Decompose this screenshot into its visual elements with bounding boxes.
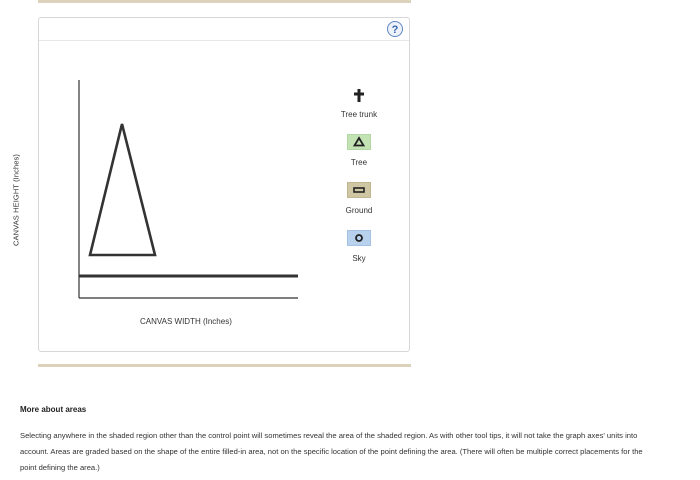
tree-swatch[interactable]: [347, 134, 371, 150]
info-title: More about areas: [20, 405, 87, 414]
triangle-icon: [352, 136, 366, 147]
tool-tree[interactable]: Tree: [319, 134, 399, 167]
x-axis-label: CANVAS WIDTH (Inches): [140, 317, 232, 326]
tool-label-ground: Ground: [345, 206, 373, 215]
rectangle-icon: [353, 187, 365, 193]
cross-icon[interactable]: [353, 88, 365, 104]
bottom-divider: [38, 364, 411, 367]
sky-swatch[interactable]: [347, 230, 371, 246]
tree-triangle[interactable]: [88, 123, 157, 257]
tool-label-tree-trunk: Tree trunk: [340, 110, 378, 119]
info-body: Selecting anywhere in the shaded region …: [20, 431, 643, 472]
tool-tree-trunk[interactable]: Tree trunk: [319, 88, 399, 119]
tool-sky[interactable]: Sky: [319, 230, 399, 263]
tool-label-tree: Tree: [350, 158, 368, 167]
circle-icon: [355, 234, 363, 242]
tool-label-sky: Sky: [352, 254, 366, 263]
tool-ground[interactable]: Ground: [319, 182, 399, 215]
question-frame: ? CANVAS HEIGHT (Inches) CANVAS WIDTH (I…: [0, 0, 700, 480]
ground-swatch[interactable]: [347, 182, 371, 198]
